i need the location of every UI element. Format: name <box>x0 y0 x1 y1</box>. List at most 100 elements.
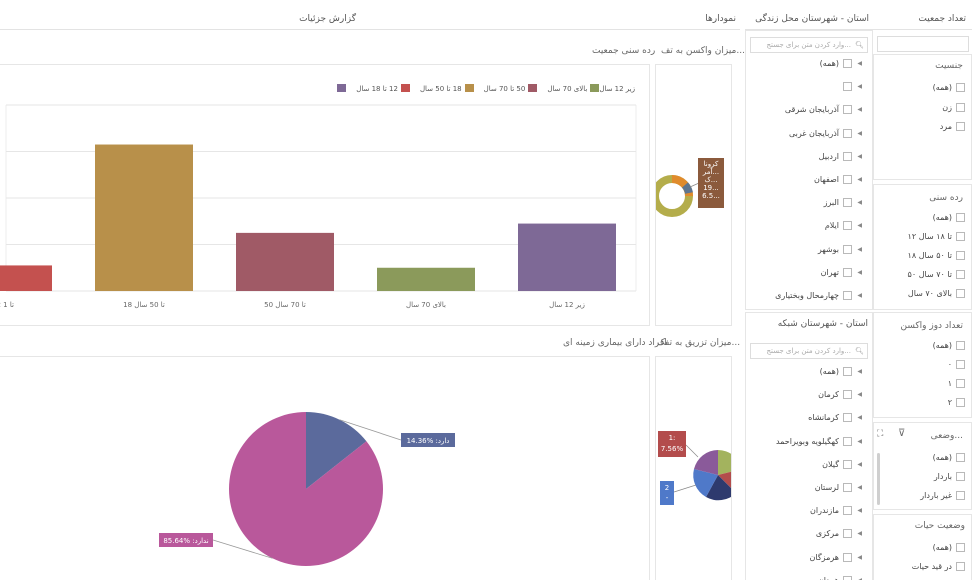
filter-option[interactable]: ایلام ◀ <box>746 219 872 233</box>
filter-option[interactable]: (همه) <box>874 541 971 555</box>
expand-arrow-icon[interactable]: ◀ <box>857 368 862 375</box>
filter-option[interactable]: (همه) ◀ <box>746 365 872 379</box>
checkbox[interactable] <box>956 543 965 552</box>
checkbox[interactable] <box>843 198 852 208</box>
filter-option[interactable]: چهارمحال وبختیاری ◀ <box>746 289 872 303</box>
filter-option[interactable]: ◀ <box>746 80 872 94</box>
filter-option[interactable]: مرکزی ◀ <box>746 527 872 541</box>
expand-arrow-icon[interactable]: ◀ <box>857 269 862 276</box>
expand-arrow-icon[interactable]: ◀ <box>857 153 862 160</box>
checkbox[interactable] <box>843 459 852 469</box>
checkbox[interactable] <box>843 436 852 446</box>
checkbox[interactable] <box>956 360 965 369</box>
filter-option[interactable]: غیر باردار <box>874 489 971 503</box>
checkbox[interactable] <box>956 270 965 279</box>
checkbox[interactable] <box>843 552 852 562</box>
filter-option[interactable]: اصفهان ◀ <box>746 173 872 187</box>
checkbox[interactable] <box>956 472 965 481</box>
expand-arrow-icon[interactable]: ◀ <box>857 554 862 561</box>
checkbox[interactable] <box>956 562 965 571</box>
expand-arrow-icon[interactable]: ◀ <box>857 60 862 67</box>
checkbox[interactable] <box>843 413 852 423</box>
checkbox[interactable] <box>843 390 852 400</box>
filter-option[interactable]: لرستان ◀ <box>746 481 872 495</box>
filter-option[interactable]: بالای ۷۰ سال <box>874 287 971 301</box>
checkbox[interactable] <box>956 251 965 260</box>
expand-arrow-icon[interactable]: ◀ <box>857 292 862 299</box>
filter-option[interactable]: زن <box>874 101 971 115</box>
checkbox[interactable] <box>843 128 852 138</box>
checkbox[interactable] <box>843 221 852 231</box>
checkbox[interactable] <box>843 175 852 184</box>
expand-arrow-icon[interactable]: ◀ <box>857 530 862 537</box>
filter-option[interactable]: ۰ <box>874 358 971 372</box>
filter-option[interactable]: کرمانشاه ◀ <box>746 411 872 425</box>
filter-option[interactable]: همدان◀ <box>746 574 872 580</box>
filter-option[interactable]: آذربایجان شرقی ◀ <box>746 103 872 117</box>
checkbox[interactable] <box>956 102 965 112</box>
province-search-input[interactable]: وارد کردن متن برای جستج... 🔍︎ <box>750 37 868 53</box>
checkbox[interactable] <box>956 491 965 500</box>
expand-arrow-icon[interactable]: ◀ <box>857 438 862 445</box>
filter-option[interactable]: ۲ <box>874 396 971 410</box>
filter-option[interactable]: (همه) <box>874 81 971 95</box>
bar[interactable] <box>236 232 334 291</box>
bar[interactable] <box>377 267 475 291</box>
checkbox[interactable] <box>956 379 965 388</box>
filter-option[interactable]: اردبیل ◀ <box>746 150 872 164</box>
checkbox[interactable] <box>843 483 852 492</box>
filter-option[interactable]: البرز ◀ <box>746 196 872 210</box>
filter-option[interactable]: کرمان ◀ <box>746 388 872 402</box>
filter-option[interactable]: (همه) ◀ <box>746 57 872 71</box>
checkbox[interactable] <box>956 398 965 407</box>
expand-arrow-icon[interactable]: ◀ <box>857 176 862 183</box>
expand-arrow-icon[interactable]: ◀ <box>857 484 862 491</box>
checkbox[interactable] <box>843 291 852 300</box>
filter-option[interactable]: مرد <box>874 120 971 134</box>
expand-arrow-icon[interactable]: ◀ <box>857 461 862 468</box>
checkbox[interactable] <box>843 105 852 115</box>
checkbox[interactable] <box>843 244 852 254</box>
filter-option[interactable]: ۵۰ تا ۷۰ سال <box>874 268 971 282</box>
checkbox[interactable] <box>843 529 852 539</box>
expand-arrow-icon[interactable]: ◀ <box>857 199 862 206</box>
bar[interactable] <box>95 144 193 291</box>
checkbox[interactable] <box>843 367 852 376</box>
filter-option[interactable]: ۱ <box>874 377 971 391</box>
expand-arrow-icon[interactable]: ◀ <box>857 83 862 90</box>
expand-arrow-icon[interactable]: ◀ <box>857 507 862 514</box>
filter-option[interactable]: هرمزگان ◀ <box>746 551 872 565</box>
expand-arrow-icon[interactable]: ◀ <box>857 246 862 253</box>
network-search-input[interactable]: وارد کردن متن برای جستج... 🔍︎ <box>750 343 868 359</box>
filter-option[interactable]: مازندران ◀ <box>746 504 872 518</box>
checkbox[interactable] <box>843 267 852 277</box>
filter-option[interactable]: در قید حیات <box>874 560 971 574</box>
expand-icon[interactable]: ⛶ <box>877 429 883 439</box>
checkbox[interactable] <box>956 232 965 241</box>
filter-option[interactable]: بوشهر ◀ <box>746 243 872 257</box>
filter-option[interactable]: (همه) <box>874 451 971 465</box>
checkbox[interactable] <box>956 213 965 222</box>
checkbox[interactable] <box>956 289 965 298</box>
checkbox[interactable] <box>956 453 965 462</box>
expand-arrow-icon[interactable]: ◀ <box>857 130 862 137</box>
expand-arrow-icon[interactable]: ◀ <box>857 391 862 398</box>
filter-option[interactable]: کهگیلویه وبویراحمد ◀ <box>746 435 872 449</box>
bar[interactable] <box>518 223 616 291</box>
legend-item[interactable]: بالای 70 سال <box>547 84 600 93</box>
expand-arrow-icon[interactable]: ◀ <box>857 414 862 421</box>
filter-option[interactable]: گیلان ◀ <box>746 458 872 472</box>
filter-option[interactable]: (همه) <box>874 211 971 225</box>
checkbox[interactable] <box>956 122 965 131</box>
checkbox[interactable] <box>843 82 852 92</box>
bar[interactable] <box>0 265 52 291</box>
checkbox[interactable] <box>843 59 852 68</box>
population-search-input[interactable] <box>877 36 969 52</box>
filter-option[interactable]: تهران ◀ <box>746 266 872 280</box>
filter-option[interactable]: (همه) <box>874 339 971 353</box>
checkbox[interactable] <box>956 83 965 92</box>
checkbox[interactable] <box>956 341 965 350</box>
legend-item[interactable]: 18 تا 50 سال <box>420 84 474 93</box>
filter-option[interactable]: ۱۸ تا ۵۰ سال <box>874 249 971 263</box>
filter-option[interactable]: آذربایجان غربی ◀ <box>746 127 872 141</box>
